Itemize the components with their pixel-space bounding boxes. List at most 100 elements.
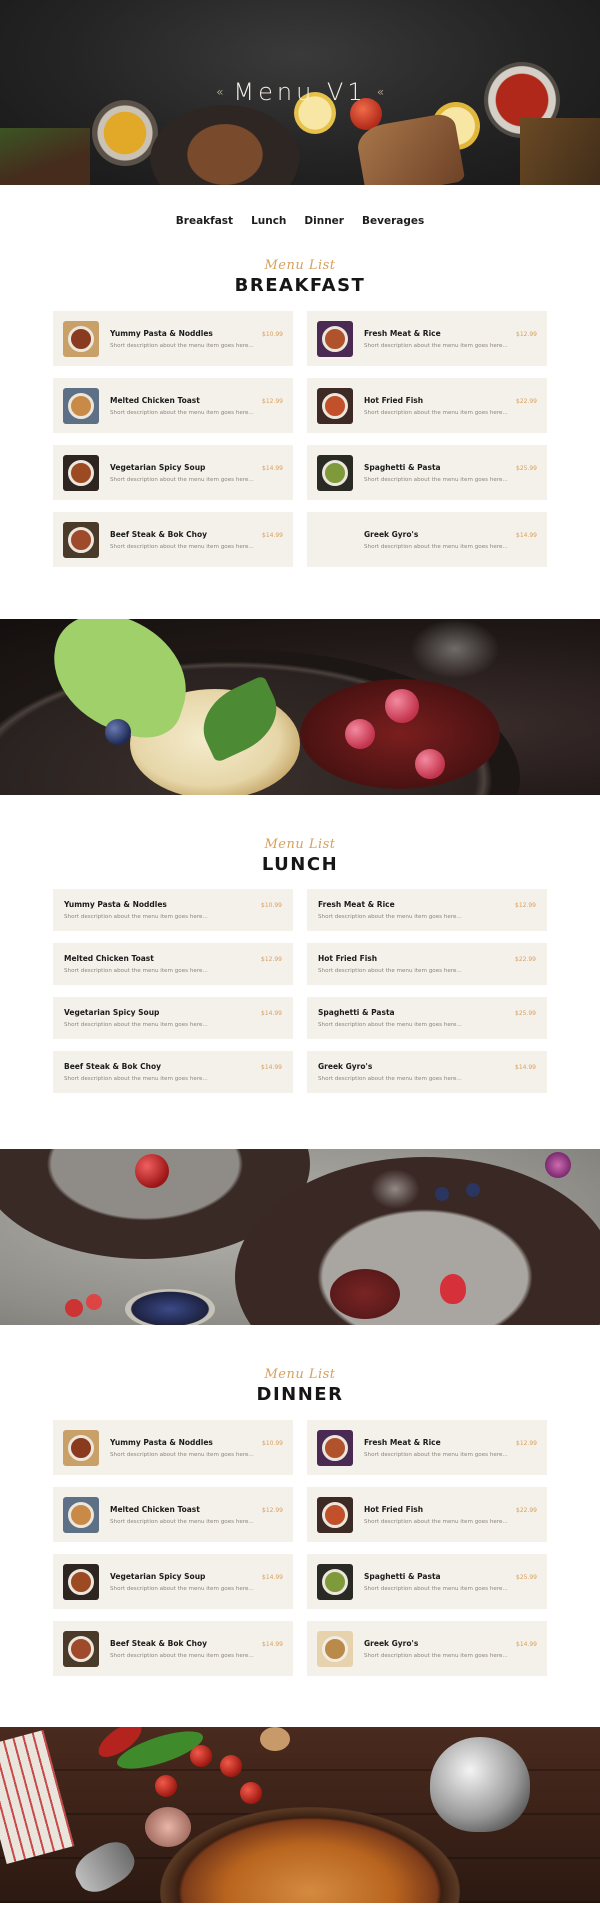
nav-dinner[interactable]: Dinner [304, 211, 344, 231]
menu-item-card[interactable]: Spaghetti & Pasta $25.99 Short description… [307, 997, 547, 1039]
section-kicker: Menu List [264, 258, 336, 273]
item-price: $14.99 [262, 531, 283, 539]
raspberry-image [415, 749, 445, 779]
cherry-tomato-image [240, 1782, 262, 1804]
dish-thumbnail [63, 521, 99, 558]
item-name: Beef Steak & Bok Choy [110, 529, 208, 539]
dinner-section: Menu List DINNER Yummy Pasta & Noddles $1… [0, 1325, 600, 1727]
menu-item-card[interactable]: Melted Chicken Toast $12.99 Short descript… [53, 943, 293, 985]
item-price: $10.99 [262, 330, 283, 338]
dessert-banner-image [0, 619, 600, 795]
raspberry-plate-image [330, 1269, 400, 1319]
nav-breakfast[interactable]: Breakfast [176, 211, 233, 231]
menu-item-card[interactable]: Melted Chicken Toast $12.99 Short descript… [53, 378, 293, 433]
rustic-table-banner-image [0, 1727, 600, 1903]
section-kicker: Menu List [264, 837, 336, 852]
item-price: $14.99 [262, 464, 283, 472]
item-price: $14.99 [261, 1010, 282, 1017]
menu-item-card[interactable]: Beef Steak & Bok Choy $14.99 Short descrip… [53, 512, 293, 567]
menu-item-card[interactable]: Fresh Meat & Rice $12.99 Short description… [307, 1420, 547, 1475]
menu-item-card[interactable]: Hot Fried Fish $22.99 Short description ab… [307, 378, 547, 433]
dish-thumbnail [317, 1630, 353, 1667]
item-name: Fresh Meat & Rice [318, 900, 395, 909]
item-description: Short description about the menu item go… [318, 1022, 462, 1028]
item-description: Short description about the menu item go… [364, 1518, 508, 1525]
ornament-left-icon: « [216, 85, 224, 99]
item-name: Hot Fried Fish [364, 395, 424, 405]
sugar-dust-image [370, 1169, 420, 1209]
item-price: $12.99 [516, 330, 537, 338]
onion-image [260, 1727, 290, 1751]
menu-item-card[interactable]: Vegetarian Spicy Soup $14.99 Short descrip… [53, 1554, 293, 1609]
menu-item-card[interactable]: Melted Chicken Toast $12.99 Short descript… [53, 1487, 293, 1542]
item-description: Short description about the menu item go… [364, 1585, 508, 1592]
wood-board-image [520, 118, 600, 185]
menu-item-card[interactable]: Beef Steak & Bok Choy $14.99 Short descrip… [53, 1621, 293, 1676]
dish-thumbnail [63, 454, 99, 491]
menu-item-card[interactable]: Hot Fried Fish $22.99 Short description ab… [307, 943, 547, 985]
item-description: Short description about the menu item go… [110, 1451, 254, 1458]
menu-item-card[interactable]: Yummy Pasta & Noddles $10.99 Short descrip… [53, 311, 293, 366]
menu-item-card[interactable]: Yummy Pasta & Noddles $10.99 Short descrip… [53, 1420, 293, 1475]
menu-grid: Yummy Pasta & Noddles $10.99 Short descrip… [53, 889, 547, 1093]
item-name: Hot Fried Fish [318, 954, 378, 963]
item-description: Short description about the menu item go… [64, 1076, 208, 1082]
item-description: Short description about the menu item go… [110, 342, 254, 349]
item-price: $12.99 [262, 397, 283, 405]
dish-thumbnail [63, 1429, 99, 1466]
menu-item-card[interactable]: Vegetarian Spicy Soup $14.99 Short descrip… [53, 997, 293, 1039]
item-description: Short description about the menu item go… [64, 914, 208, 920]
menu-item-card[interactable]: Vegetarian Spicy Soup $14.99 Short descrip… [53, 445, 293, 500]
nav-lunch[interactable]: Lunch [251, 211, 286, 231]
menu-item-card[interactable]: Fresh Meat & Rice $12.99 Short description… [307, 889, 547, 931]
page-title: Menu V1 [233, 78, 367, 106]
item-description: Short description about the menu item go… [64, 1022, 208, 1028]
item-name: Spaghetti & Pasta [318, 1008, 395, 1017]
sausage-pan-image [150, 105, 300, 185]
raspberry-image [385, 689, 419, 723]
menu-item-card[interactable]: Hot Fried Fish $22.99 Short description ab… [307, 1487, 547, 1542]
cherry-tomato-image [220, 1755, 242, 1777]
menu-item-card[interactable]: Yummy Pasta & Noddles $10.99 Short descrip… [53, 889, 293, 931]
section-title: LUNCH [261, 854, 339, 875]
item-name: Greek Gyro's [364, 529, 419, 539]
nav-beverages[interactable]: Beverages [362, 211, 424, 231]
item-description: Short description about the menu item go… [110, 476, 254, 483]
breakfast-section: Menu List BREAKFAST Yummy Pasta & Noddle… [0, 257, 600, 619]
section-title: BREAKFAST [234, 275, 366, 296]
menu-item-card[interactable]: Greek Gyro's $14.99 Short description abou… [307, 1051, 547, 1093]
item-name: Fresh Meat & Rice [364, 1437, 441, 1447]
item-description: Short description about the menu item go… [364, 342, 508, 349]
dish-thumbnail [317, 387, 353, 424]
section-kicker: Menu List [264, 1367, 336, 1382]
item-name: Spaghetti & Pasta [364, 462, 441, 472]
menu-item-card[interactable]: Greek Gyro's $14.99 Short description abou… [307, 1621, 547, 1676]
menu-item-card[interactable]: Beef Steak & Bok Choy $14.99 Short descrip… [53, 1051, 293, 1093]
plates-banner-image [0, 1149, 600, 1325]
menu-grid: Yummy Pasta & Noddles $10.99 Short descrip… [53, 1420, 547, 1676]
item-price: $14.99 [261, 1064, 282, 1071]
item-description: Short description about the menu item go… [364, 1451, 508, 1458]
item-description: Short description about the menu item go… [364, 1652, 508, 1659]
item-description: Short description about the menu item go… [110, 1518, 254, 1525]
item-name: Hot Fried Fish [364, 1504, 424, 1514]
menu-item-card[interactable]: Spaghetti & Pasta $25.99 Short description… [307, 445, 547, 500]
menu-item-card[interactable]: Spaghetti & Pasta $25.99 Short description… [307, 1554, 547, 1609]
item-name: Greek Gyro's [318, 1062, 373, 1071]
item-price: $22.99 [515, 956, 536, 963]
menu-item-card[interactable]: Fresh Meat & Rice $12.99 Short description… [307, 311, 547, 366]
item-price: $12.99 [515, 902, 536, 909]
item-name: Melted Chicken Toast [110, 1504, 200, 1514]
menu-item-card[interactable]: Greek Gyro's $14.99 Short description abou… [307, 512, 547, 567]
item-description: Short description about the menu item go… [110, 543, 254, 550]
item-description: Short description about the menu item go… [110, 409, 254, 416]
item-price: $22.99 [516, 397, 537, 405]
item-price: $10.99 [261, 902, 282, 909]
sauce-bowl-image [92, 100, 158, 166]
item-name: Yummy Pasta & Noddles [110, 1437, 213, 1447]
item-description: Short description about the menu item go… [364, 409, 508, 416]
item-name: Vegetarian Spicy Soup [110, 1571, 206, 1581]
dish-thumbnail [63, 1563, 99, 1600]
item-name: Greek Gyro's [364, 1638, 419, 1648]
item-name: Vegetarian Spicy Soup [64, 1008, 160, 1017]
